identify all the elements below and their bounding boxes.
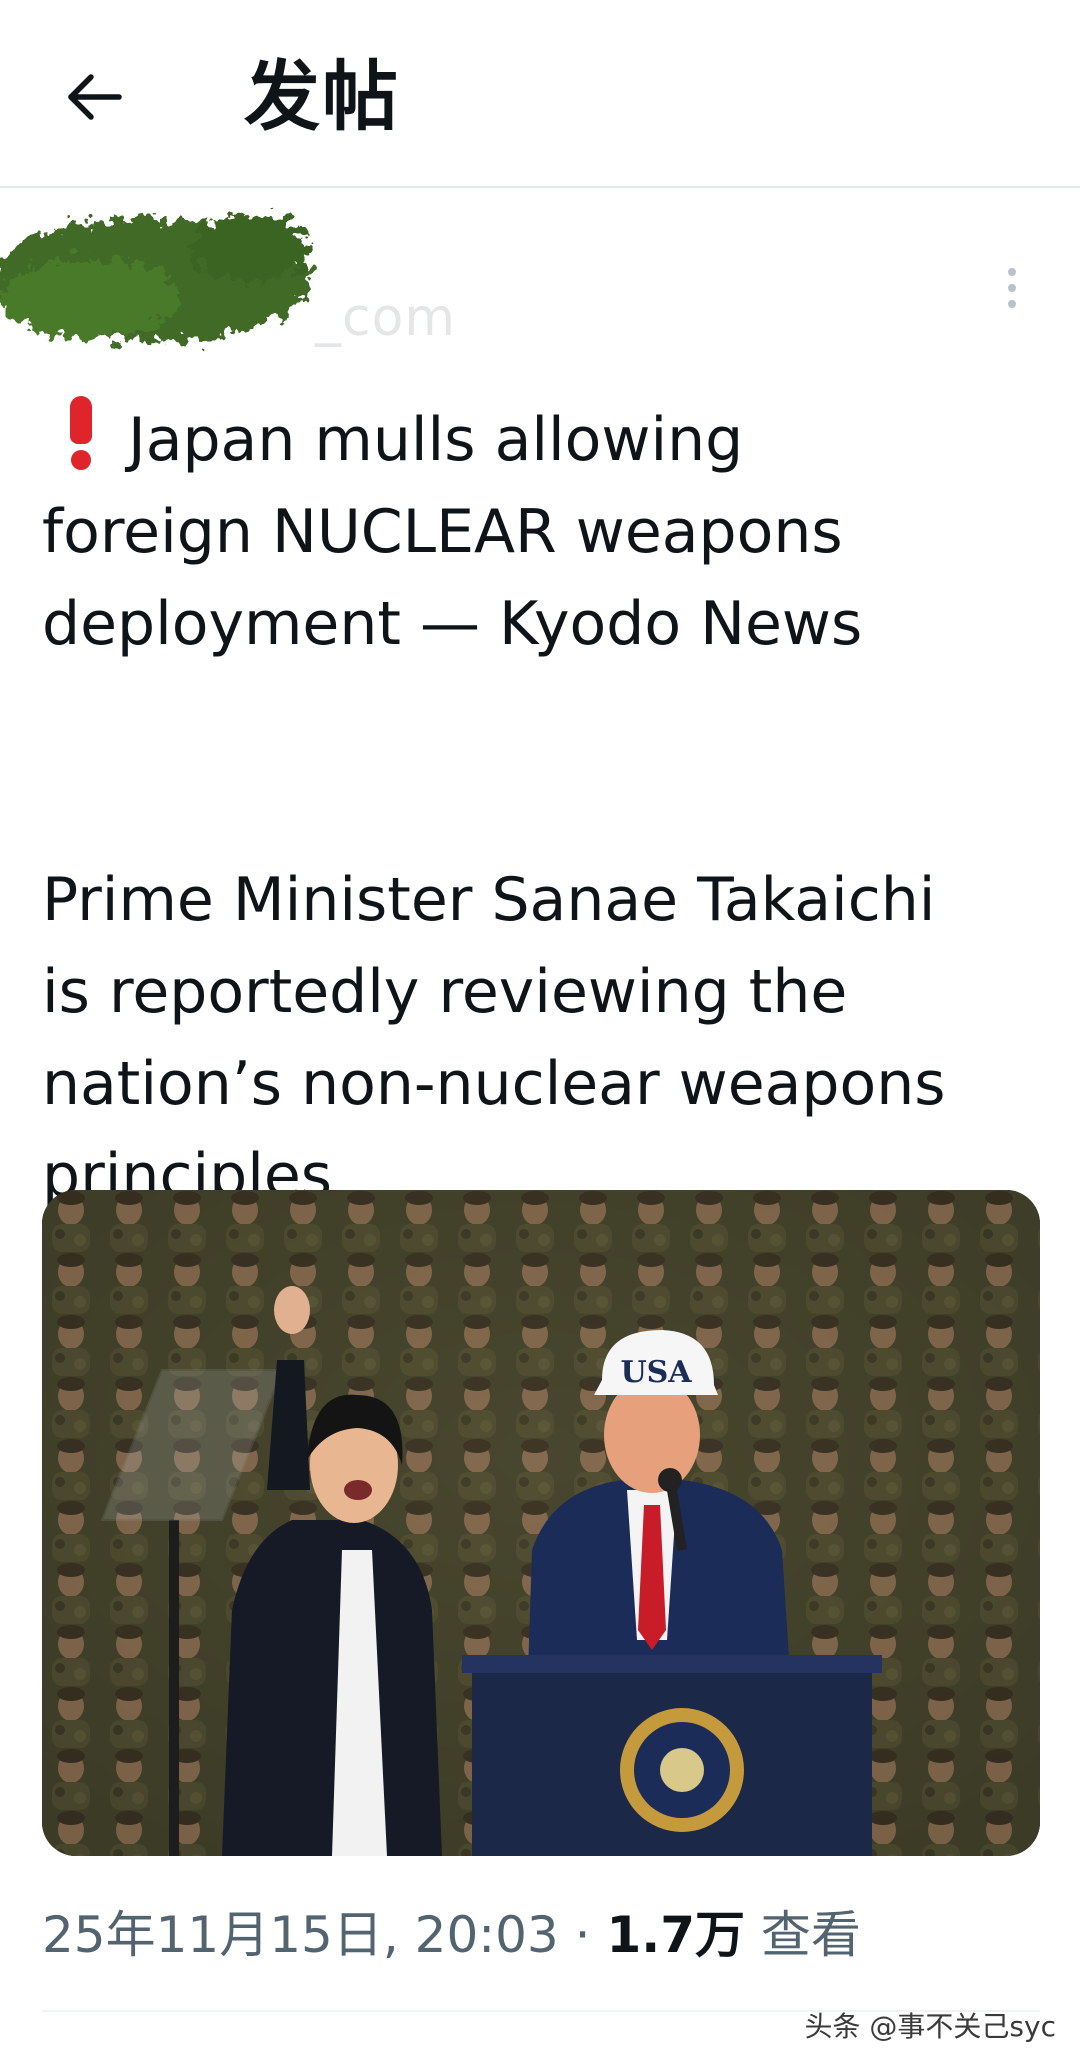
views-count: 1.7万 bbox=[606, 1906, 746, 1964]
body-line: nation’s non-nuclear weapons bbox=[42, 1049, 946, 1119]
arrow-left-icon bbox=[68, 74, 122, 120]
ellipsis-dot bbox=[1008, 300, 1016, 308]
photo-illustration: USA bbox=[42, 1190, 1040, 1856]
back-button[interactable] bbox=[60, 62, 130, 132]
vertical-ellipsis-icon bbox=[1008, 268, 1016, 276]
headline-line: Japan mulls allowing bbox=[42, 394, 1042, 486]
author-row: _com bbox=[0, 188, 1080, 388]
more-options-button[interactable] bbox=[990, 258, 1034, 318]
tweet-photo[interactable]: USA bbox=[42, 1190, 1040, 1856]
author-handle[interactable]: _com bbox=[315, 288, 456, 348]
headline-line: deployment — Kyodo News bbox=[42, 589, 863, 659]
cap-text: USA bbox=[620, 1355, 692, 1390]
watermark: 头条 @事不关己syc bbox=[804, 2010, 1056, 2043]
tweet-text: Japan mulls allowing foreign NUCLEAR wea… bbox=[42, 394, 1042, 1222]
body-line: Prime Minister Sanae Takaichi bbox=[42, 865, 936, 935]
app-header: 发帖 bbox=[0, 0, 1080, 188]
meta-separator: · bbox=[558, 1906, 607, 1964]
body-line: is reportedly reviewing the bbox=[42, 957, 848, 1027]
page-title: 发帖 bbox=[244, 52, 400, 141]
ellipsis-dot bbox=[1008, 284, 1016, 292]
tweet-meta: 25年11月15日, 20:03 · 1.7万 查看 bbox=[42, 1900, 861, 1970]
red-exclamation-icon bbox=[68, 396, 94, 470]
redaction-scribble bbox=[0, 214, 310, 342]
headline-line: foreign NUCLEAR weapons bbox=[42, 497, 843, 567]
headline-text: Japan mulls allowing bbox=[128, 405, 744, 475]
timestamp[interactable]: 25年11月15日, 20:03 bbox=[42, 1906, 559, 1964]
views-label: 查看 bbox=[745, 1906, 861, 1964]
